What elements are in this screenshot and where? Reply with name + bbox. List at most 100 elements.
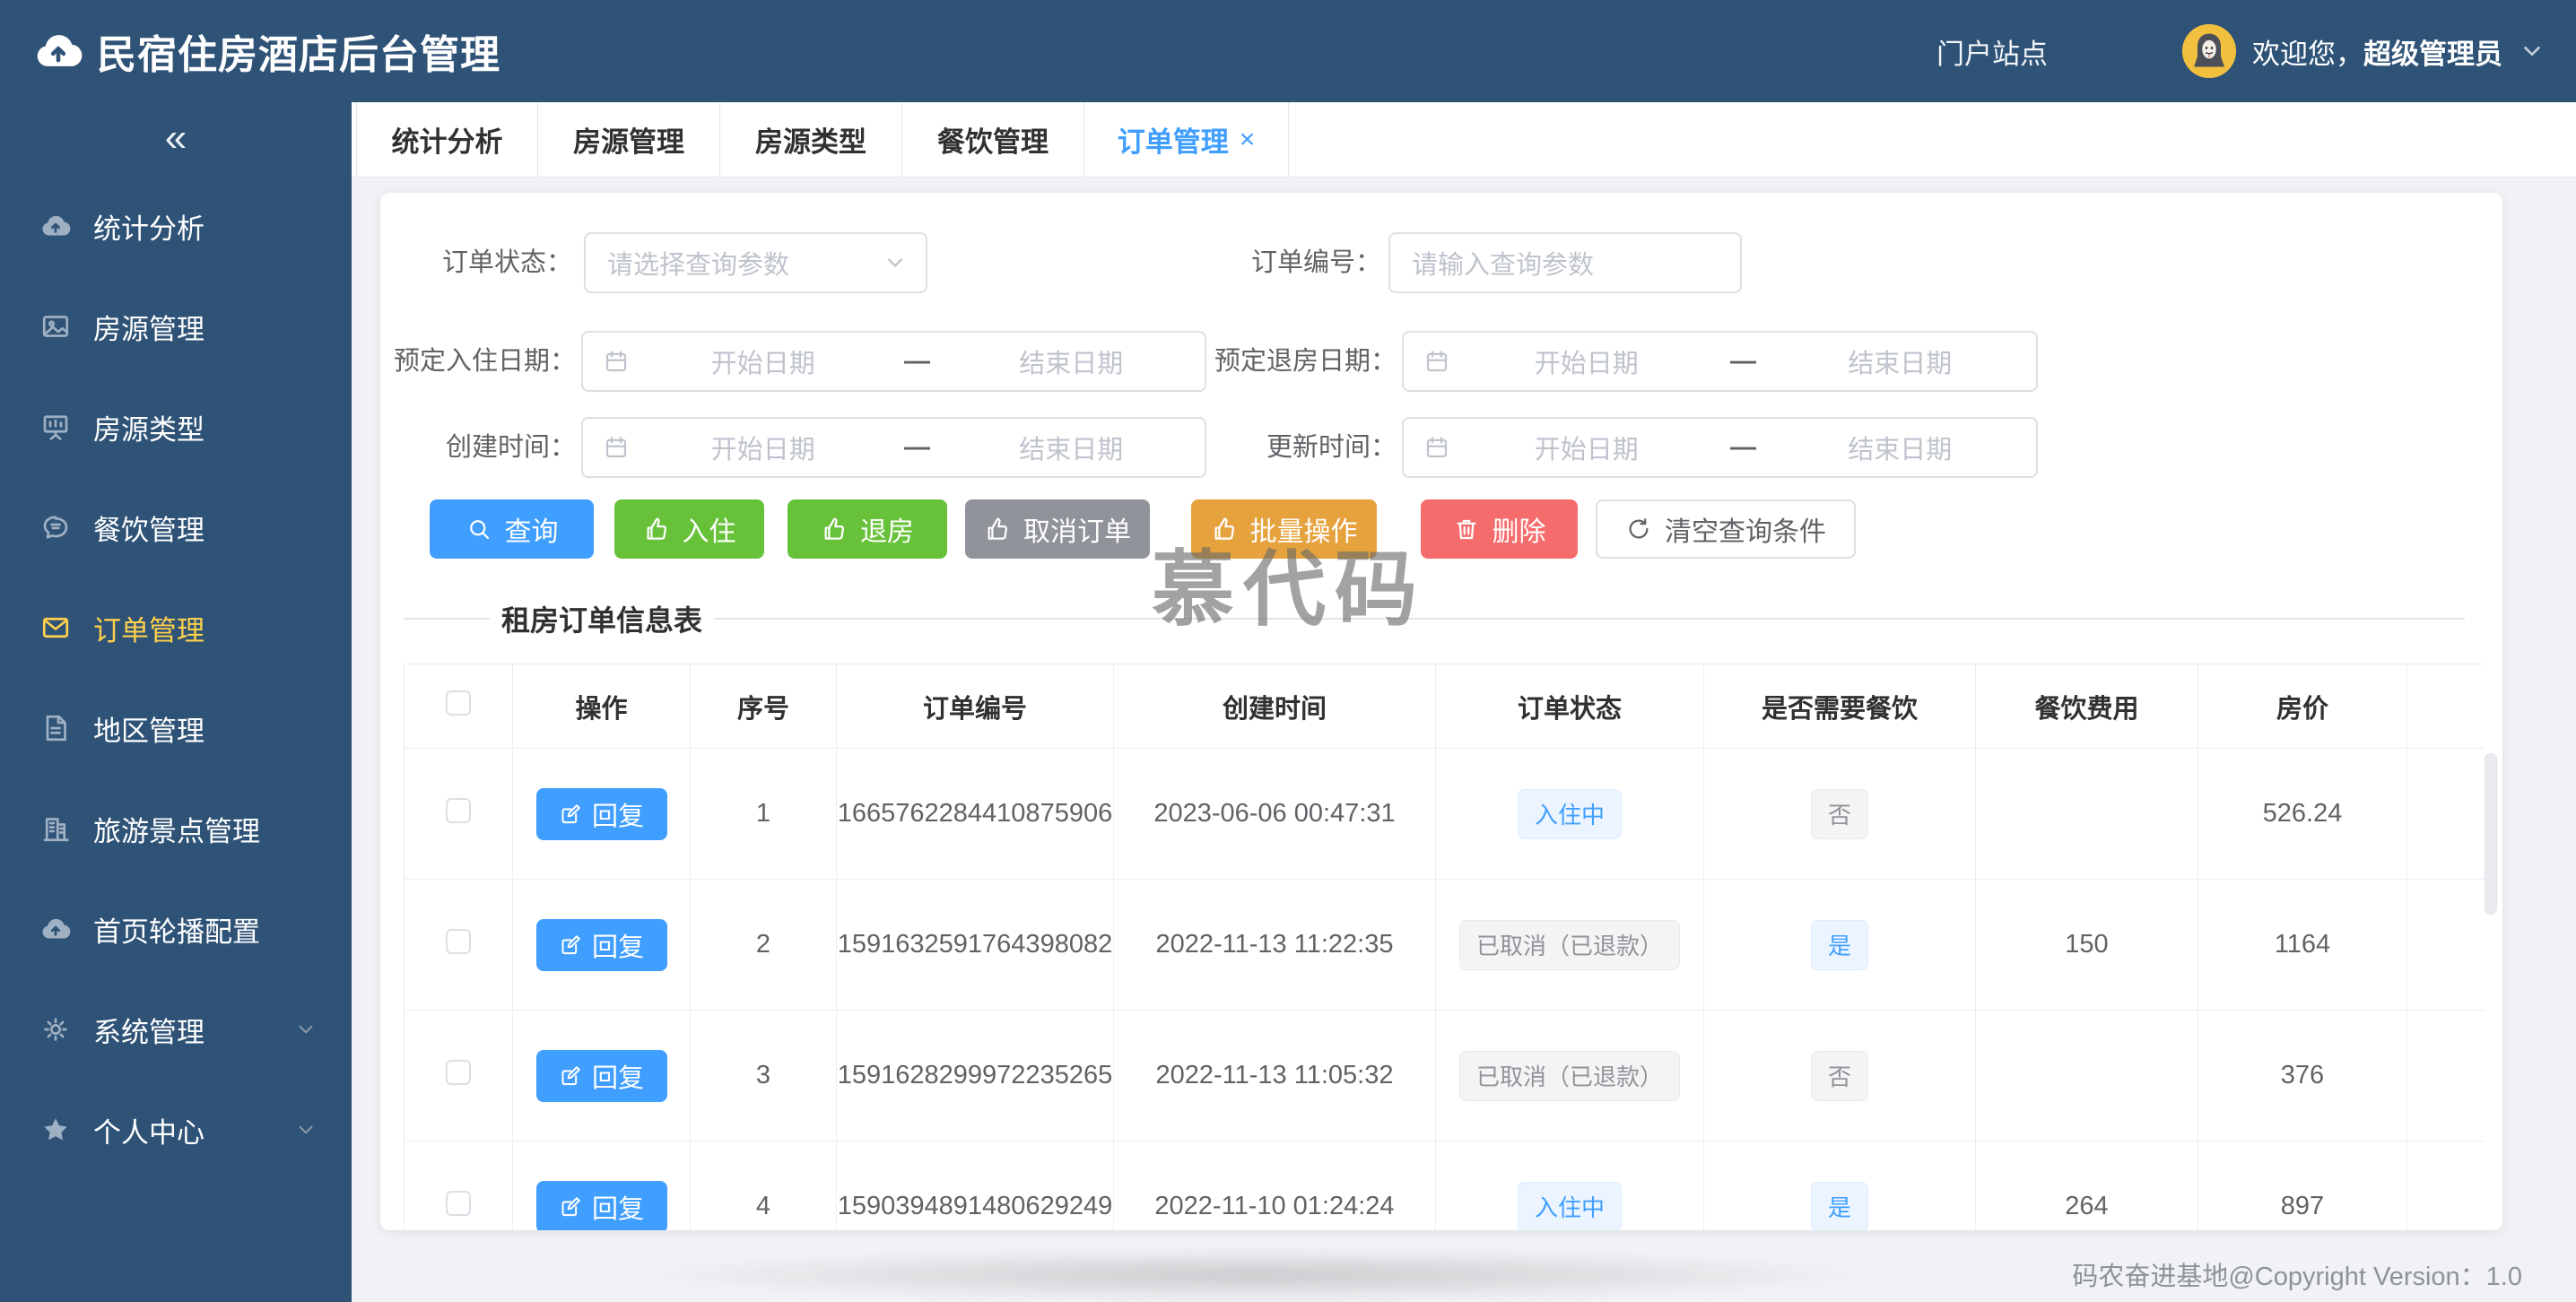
- sidebar-item-label: 统计分析: [93, 213, 205, 245]
- sidebar-item-系统管理[interactable]: 系统管理: [0, 979, 352, 1080]
- tab-房源管理[interactable]: 房源管理: [538, 102, 720, 177]
- thumb-icon: [643, 516, 670, 542]
- table-title: 租房订单信息表: [501, 604, 703, 637]
- row-action-cell: 回复: [512, 879, 691, 1011]
- meal-badge: 否: [1810, 788, 1868, 839]
- reply-button[interactable]: 回复: [535, 1180, 667, 1230]
- row-seq: 4: [690, 1141, 837, 1230]
- checkin-end-placeholder: 结束日期: [1019, 350, 1124, 378]
- row-total-fee: 52: [2406, 748, 2485, 880]
- sidebar-item-首页轮播配置[interactable]: 首页轮播配置: [0, 879, 352, 979]
- row-checkbox[interactable]: [446, 797, 471, 823]
- row-select-cell: [404, 748, 513, 880]
- row-room-price: 376: [2197, 1010, 2407, 1141]
- action-button-退房[interactable]: 退房: [788, 499, 947, 559]
- order-status-select[interactable]: 请选择查询参数: [584, 232, 927, 293]
- thumb-icon: [821, 516, 848, 542]
- select-all-checkbox[interactable]: [446, 690, 471, 716]
- sidebar-item-房源类型[interactable]: 房源类型: [0, 377, 352, 477]
- row-select-cell: [404, 879, 513, 1011]
- table-vertical-scrollbar[interactable]: [2485, 753, 2497, 915]
- row-order-no: 1665762284410875906: [836, 748, 1114, 880]
- row-seq: 2: [690, 879, 837, 1011]
- checkin-date-label: 预定入住日期：: [393, 347, 576, 376]
- sidebar-item-个人中心[interactable]: 个人中心: [0, 1080, 352, 1180]
- row-action-cell: 回复: [512, 1010, 691, 1141]
- checkin-date-range[interactable]: 开始日期 — 结束日期: [581, 331, 1206, 392]
- table-row: 回复 2 1591632591764398082 2022-11-13 11:22:3…: [404, 879, 2485, 1011]
- sidebar-item-房源管理[interactable]: 房源管理: [0, 276, 352, 377]
- calendar-icon: [603, 348, 630, 375]
- action-button-批量操作[interactable]: 批量操作: [1191, 499, 1377, 559]
- chevron-down-icon: [294, 1018, 318, 1041]
- action-button-入住[interactable]: 入住: [614, 499, 764, 559]
- action-button-查询[interactable]: 查询: [430, 499, 594, 559]
- order-no-input[interactable]: 请输入查询参数: [1388, 232, 1742, 293]
- tab-餐饮管理[interactable]: 餐饮管理: [902, 102, 1084, 177]
- checkout-date-label: 预定退房日期：: [1214, 347, 1397, 376]
- tab-房源类型[interactable]: 房源类型: [720, 102, 902, 177]
- reply-button[interactable]: 回复: [535, 787, 667, 840]
- action-button-删除[interactable]: 删除: [1421, 499, 1578, 559]
- reply-button-label: 回复: [591, 1063, 644, 1093]
- app-root: { "header": { "title": "民宿住房酒店后台管理", "lo…: [0, 0, 2576, 1302]
- edit-icon: [559, 1063, 583, 1088]
- row-order-no: 1591632591764398082: [836, 879, 1114, 1011]
- reply-button[interactable]: 回复: [535, 918, 667, 971]
- action-button-label: 入住: [682, 517, 736, 547]
- range-separator: —: [1730, 432, 1756, 462]
- action-button-清空查询条件[interactable]: 清空查询条件: [1596, 499, 1856, 559]
- created-time-range[interactable]: 开始日期 — 结束日期: [581, 417, 1206, 478]
- row-created-time: 2022-11-13 11:05:32: [1113, 1010, 1436, 1141]
- user-dropdown[interactable]: 欢迎您，超级管理员: [2182, 24, 2546, 78]
- checkout-date-range[interactable]: 开始日期 — 结束日期: [1402, 331, 2038, 392]
- sidebar-item-旅游景点管理[interactable]: 旅游景点管理: [0, 778, 352, 879]
- table-column-header-餐饮费用: 餐饮费用: [1975, 664, 2198, 749]
- sidebar-item-统计分析[interactable]: 统计分析: [0, 176, 352, 276]
- copyright-text: 码农奋进基地@Copyright Version：1.0: [2072, 1263, 2522, 1291]
- created-time-label: 创建时间：: [445, 433, 576, 462]
- row-checkbox[interactable]: [446, 1190, 471, 1216]
- trash-icon: [1453, 516, 1480, 542]
- sidebar-item-餐饮管理[interactable]: 餐饮管理: [0, 477, 352, 577]
- updated-time-range[interactable]: 开始日期 — 结束日期: [1402, 417, 2038, 478]
- order-status-placeholder: 请选择查询参数: [607, 251, 790, 280]
- sidebar-item-地区管理[interactable]: 地区管理: [0, 678, 352, 778]
- row-select-cell: [404, 1141, 513, 1230]
- row-created-time: 2022-11-13 11:22:35: [1113, 879, 1436, 1011]
- row-created-time: 2023-06-06 00:47:31: [1113, 748, 1436, 880]
- board-icon: [39, 411, 72, 443]
- row-select-cell: [404, 1010, 513, 1141]
- chevron-down-icon: [2519, 38, 2546, 65]
- tab-close-icon[interactable]: ×: [1240, 126, 1256, 153]
- row-checkbox[interactable]: [446, 1059, 471, 1085]
- reply-button-label: 回复: [591, 802, 644, 831]
- row-checkbox[interactable]: [446, 928, 471, 954]
- tab-bar: 统计分析 房源管理 房源类型 餐饮管理 订单管理 ×: [352, 102, 2576, 178]
- checkout-start-placeholder: 开始日期: [1534, 350, 1639, 378]
- chat-icon: [39, 511, 72, 543]
- row-seq: 3: [690, 1010, 837, 1141]
- updated-start-placeholder: 开始日期: [1534, 436, 1639, 464]
- row-status-cell: 入住中: [1435, 748, 1704, 880]
- edit-icon: [559, 802, 583, 826]
- orders-table-wrap: 操作序号订单编号创建时间订单状态是否需要餐饮餐饮费用房价总费 回复1166576…: [404, 664, 2485, 1230]
- checkout-end-placeholder: 结束日期: [1848, 350, 1953, 378]
- tab-统计分析[interactable]: 统计分析: [356, 102, 538, 177]
- action-button-label: 查询: [504, 517, 559, 547]
- reply-button[interactable]: 回复: [535, 1049, 667, 1102]
- sidebar-collapse-icon[interactable]: «: [0, 118, 352, 158]
- calendar-icon: [603, 434, 630, 461]
- sidebar-item-订单管理[interactable]: 订单管理: [0, 577, 352, 678]
- footer-watermark-smudge: [628, 1248, 1884, 1302]
- portal-site-link[interactable]: 门户站点: [1936, 31, 2048, 72]
- sidebar-item-label: 首页轮播配置: [93, 916, 260, 948]
- top-header: 民宿住房酒店后台管理 门户站点 欢迎您，超级管理员: [0, 0, 2576, 102]
- sidebar-item-label: 旅游景点管理: [93, 815, 260, 847]
- action-button-取消订单[interactable]: 取消订单: [965, 499, 1150, 559]
- cloud-upload-icon: [39, 913, 72, 945]
- tab-订单管理[interactable]: 订单管理 ×: [1084, 102, 1289, 177]
- order-no-label: 订单编号：: [1250, 248, 1381, 277]
- refresh-icon: [1625, 516, 1652, 542]
- cloud-upload-icon: [39, 210, 72, 242]
